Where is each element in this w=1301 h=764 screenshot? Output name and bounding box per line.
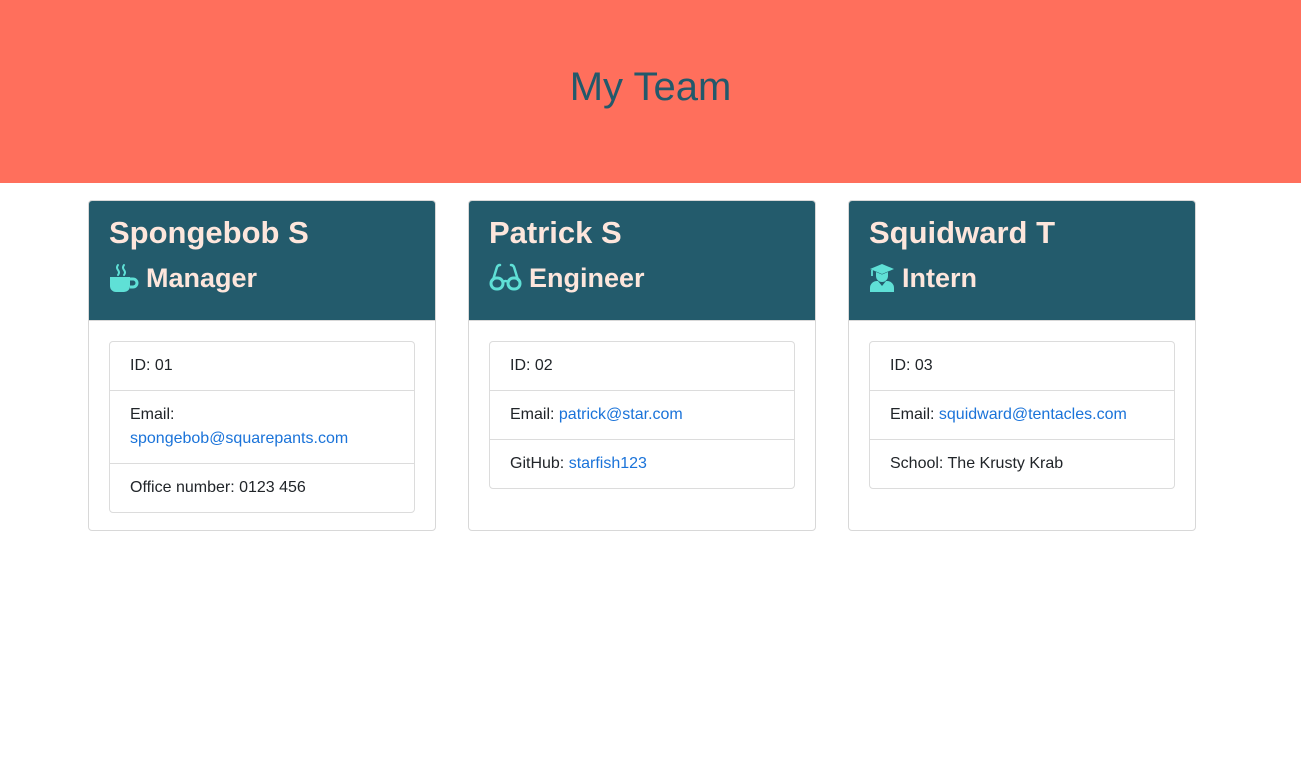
id-item: ID: 02	[490, 342, 794, 390]
employee-name: Squidward T	[869, 215, 1055, 250]
role-label: Manager	[146, 263, 258, 293]
card-header: Squidward T Intern	[849, 201, 1195, 321]
school-label: School:	[890, 455, 948, 472]
details-list: ID: 02 Email: patrick@star.com GitHub: s…	[489, 341, 795, 489]
email-label: Email:	[130, 406, 175, 423]
card-body: ID: 03 Email: squidward@tentacles.com Sc…	[849, 321, 1195, 509]
email-label: Email:	[890, 406, 939, 423]
graduate-icon	[869, 263, 895, 293]
email-link[interactable]: squidward@tentacles.com	[939, 406, 1127, 423]
id-item: ID: 03	[870, 342, 1174, 390]
github-label: GitHub:	[510, 455, 569, 472]
office-number-item: Office number: 0123 456	[110, 463, 414, 512]
team-cards: Spongebob S Manager ID: 01 Email: sponge…	[0, 0, 1301, 764]
employee-name: Spongebob S	[109, 215, 309, 250]
id-value: 03	[914, 357, 933, 374]
id-label: ID:	[890, 357, 915, 374]
email-link[interactable]: spongebob@squarepants.com	[130, 430, 348, 447]
email-item: Email: spongebob@squarepants.com	[110, 390, 414, 463]
employee-name: Patrick S	[489, 215, 622, 250]
email-item: Email: squidward@tentacles.com	[870, 390, 1174, 439]
employee-role: Intern	[869, 260, 1175, 296]
employee-role: Manager	[109, 260, 415, 296]
card-header: Patrick S Engineer	[469, 201, 815, 321]
id-item: ID: 01	[110, 342, 414, 390]
employee-card-engineer: Patrick S Engineer ID: 02 Email: patrick	[468, 200, 816, 531]
details-list: ID: 03 Email: squidward@tentacles.com Sc…	[869, 341, 1175, 489]
email-link[interactable]: patrick@star.com	[559, 406, 683, 423]
office-number-label: Office number:	[130, 479, 240, 496]
email-label: Email:	[510, 406, 559, 423]
id-label: ID:	[130, 357, 155, 374]
github-link[interactable]: starfish123	[569, 455, 647, 472]
card-header: Spongebob S Manager	[89, 201, 435, 321]
card-body: ID: 01 Email: spongebob@squarepants.com …	[89, 321, 435, 530]
school-item: School: The Krusty Krab	[870, 439, 1174, 488]
role-label: Engineer	[529, 263, 645, 293]
employee-role: Engineer	[489, 260, 795, 296]
glasses-icon	[489, 263, 522, 293]
id-value: 02	[534, 357, 553, 374]
office-number-value: 0123 456	[239, 479, 306, 496]
employee-card-intern: Squidward T Intern ID: 03 Email: squidwa…	[848, 200, 1196, 531]
id-value: 01	[154, 357, 173, 374]
card-body: ID: 02 Email: patrick@star.com GitHub: s…	[469, 321, 815, 509]
github-item: GitHub: starfish123	[490, 439, 794, 488]
coffee-mug-icon	[109, 263, 139, 293]
email-item: Email: patrick@star.com	[490, 390, 794, 439]
role-label: Intern	[902, 263, 978, 293]
employee-card-manager: Spongebob S Manager ID: 01 Email: sponge…	[88, 200, 436, 531]
details-list: ID: 01 Email: spongebob@squarepants.com …	[109, 341, 415, 513]
school-value: The Krusty Krab	[947, 455, 1064, 472]
id-label: ID:	[510, 357, 535, 374]
